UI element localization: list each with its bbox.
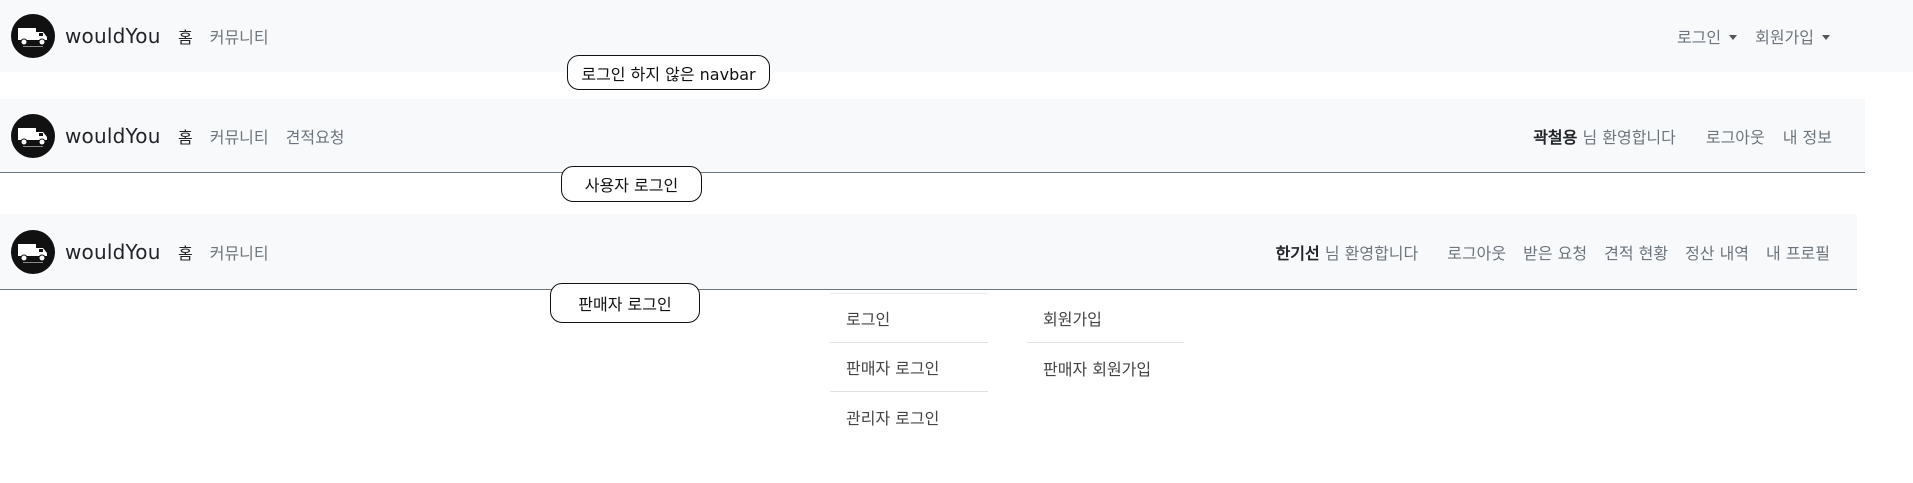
dropdown-item-seller-signup[interactable]: 판매자 회원가입	[1027, 343, 1184, 392]
navbar-seller: wouldYou 홈 커뮤니티 한기선 님 환영합니다 로그아웃 받은 요청 견…	[0, 214, 1857, 290]
caret-down-icon	[1822, 34, 1830, 40]
dropdown-item-login[interactable]: 로그인	[830, 294, 988, 343]
truck-logo-icon	[11, 113, 55, 158]
nav-link-quote-request[interactable]: 견적요청	[286, 124, 345, 148]
nav-link-community[interactable]: 커뮤니티	[210, 24, 269, 48]
login-dropdown-label: 로그인	[1676, 28, 1722, 47]
nav-left-links: 홈 커뮤니티 견적요청	[178, 124, 345, 148]
nav-right-links: 로그인 회원가입	[1677, 24, 1830, 48]
dropdown-item-seller-login[interactable]: 판매자 로그인	[830, 343, 988, 392]
settlement-history-link[interactable]: 정산 내역	[1685, 240, 1749, 264]
my-info-link[interactable]: 내 정보	[1783, 124, 1832, 148]
brand[interactable]: wouldYou	[11, 113, 161, 158]
brand-name: wouldYou	[65, 123, 161, 148]
welcome-message: 한기선 님 환영합니다	[1276, 240, 1419, 264]
nav-link-home[interactable]: 홈	[178, 24, 193, 48]
navbar-guest: wouldYou 홈 커뮤니티 로그인 회원가입	[0, 0, 1913, 72]
dropdown-item-admin-login[interactable]: 관리자 로그인	[830, 392, 988, 441]
dropdown-item-signup[interactable]: 회원가입	[1027, 294, 1184, 343]
signup-dropdown-menu: 회원가입 판매자 회원가입	[1027, 294, 1184, 392]
brand[interactable]: wouldYou	[11, 14, 161, 58]
nav-link-community[interactable]: 커뮤니티	[210, 240, 269, 264]
navbar-user: wouldYou 홈 커뮤니티 견적요청 곽철용 님 환영합니다 로그아웃 내 …	[0, 99, 1865, 173]
quote-status-link[interactable]: 견적 현황	[1604, 240, 1668, 264]
username: 곽철용	[1533, 127, 1578, 147]
my-profile-link[interactable]: 내 프로필	[1766, 240, 1830, 264]
truck-logo-icon	[11, 14, 55, 58]
stage: wouldYou 홈 커뮤니티 로그인 회원가입 로그인 하지 않은 navba…	[0, 0, 1913, 483]
caret-down-icon	[1729, 34, 1738, 40]
truck-logo-icon	[11, 229, 55, 274]
brand-name: wouldYou	[65, 24, 161, 48]
brand-name: wouldYou	[65, 239, 161, 264]
signup-dropdown-label: 회원가입	[1755, 28, 1814, 47]
nav-link-home[interactable]: 홈	[178, 124, 193, 148]
nav-right-links: 한기선 님 환영합니다 로그아웃 받은 요청 견적 현황 정산 내역 내 프로필	[1276, 240, 1830, 264]
welcome-suffix: 님 환영합니다	[1577, 127, 1676, 147]
username: 한기선	[1275, 243, 1320, 263]
nav-left-links: 홈 커뮤니티	[178, 240, 269, 264]
welcome-suffix: 님 환영합니다	[1319, 243, 1419, 263]
received-requests-link[interactable]: 받은 요청	[1523, 240, 1587, 264]
note-guest: 로그인 하지 않은 navbar	[567, 55, 770, 90]
note-seller: 판매자 로그인	[550, 283, 700, 323]
note-user: 사용자 로그인	[561, 166, 702, 202]
logout-link[interactable]: 로그아웃	[1706, 124, 1765, 148]
logout-link[interactable]: 로그아웃	[1447, 240, 1506, 264]
login-dropdown-toggle[interactable]: 로그인	[1676, 24, 1738, 48]
nav-right-links: 곽철용 님 환영합니다 로그아웃 내 정보	[1533, 124, 1832, 148]
nav-left-links: 홈 커뮤니티	[178, 24, 269, 48]
nav-link-home[interactable]: 홈	[178, 240, 193, 264]
brand[interactable]: wouldYou	[11, 229, 161, 274]
signup-dropdown-toggle[interactable]: 회원가입	[1755, 24, 1830, 48]
login-dropdown-menu: 로그인 판매자 로그인 관리자 로그인	[830, 293, 988, 441]
nav-link-community[interactable]: 커뮤니티	[210, 124, 269, 148]
welcome-message: 곽철용 님 환영합니다	[1533, 124, 1676, 148]
